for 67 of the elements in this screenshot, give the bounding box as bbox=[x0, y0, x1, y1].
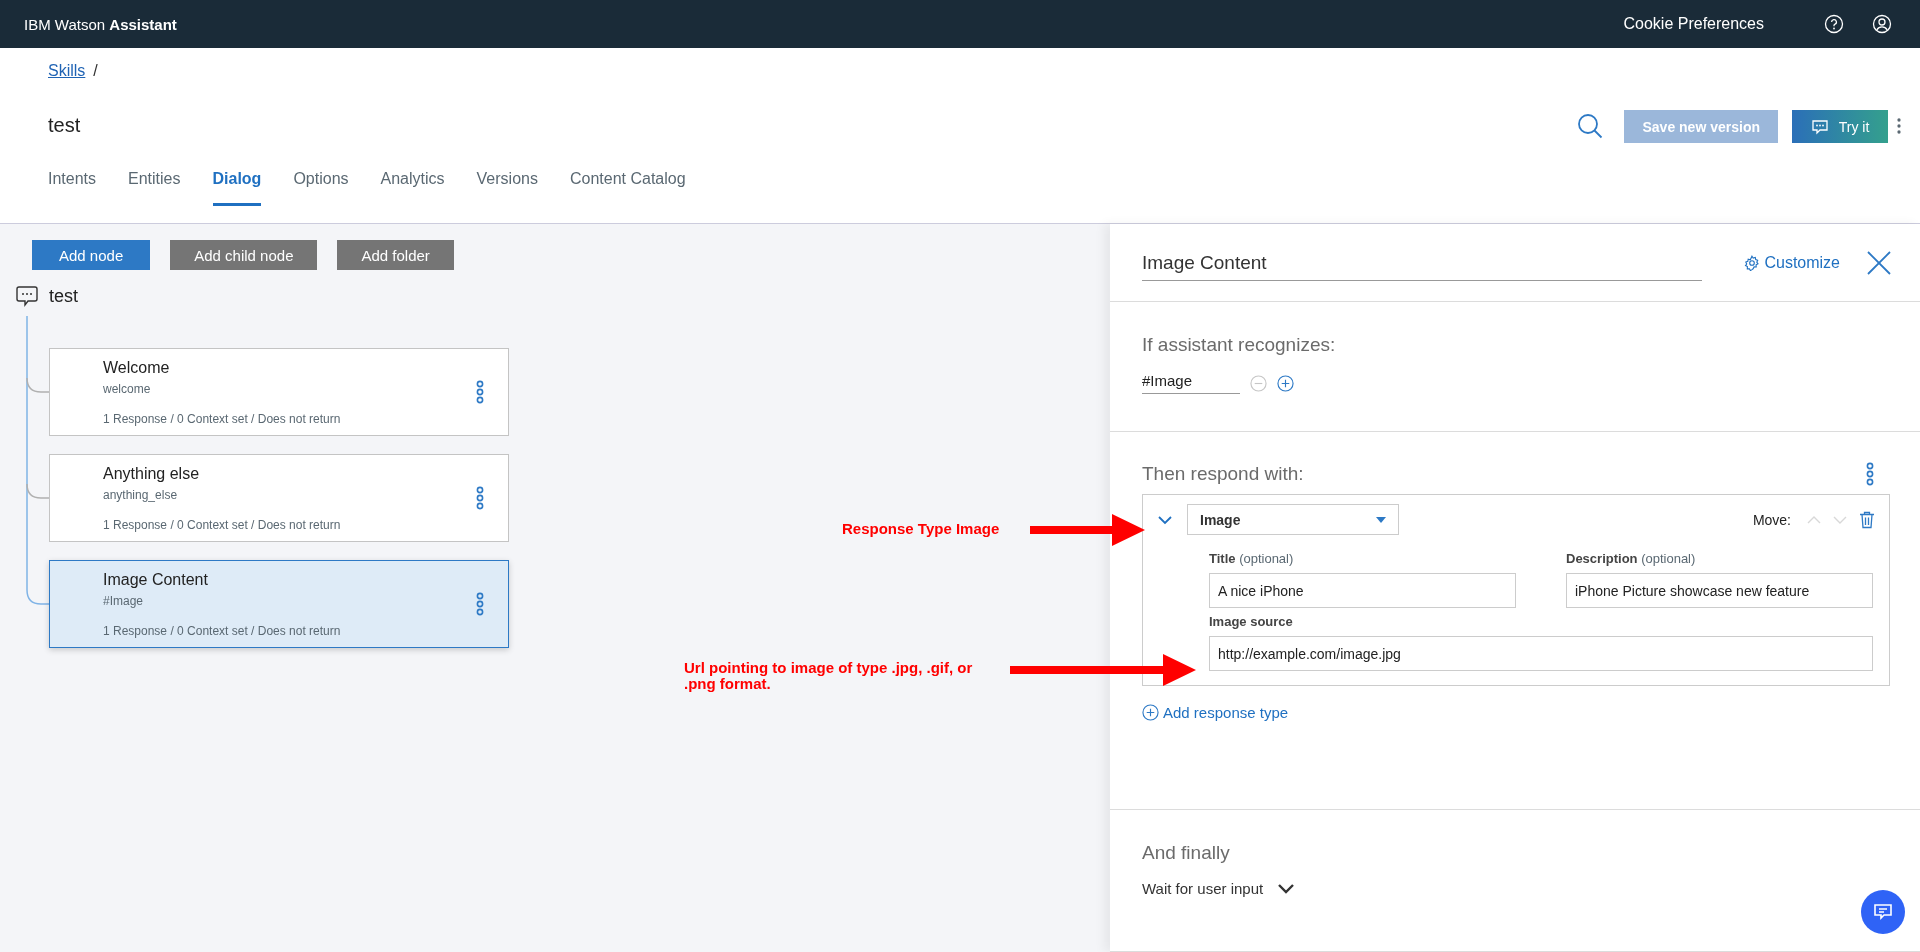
tab[interactable]: Dialog bbox=[212, 170, 262, 206]
node-summary: 1 Response / 0 Context set / Does not return bbox=[103, 411, 342, 426]
overflow-menu-icon[interactable] bbox=[476, 486, 484, 510]
tab[interactable]: Options bbox=[293, 170, 349, 206]
tab[interactable]: Entities bbox=[128, 170, 181, 206]
node-name-field[interactable]: Image Content bbox=[1142, 252, 1702, 281]
section-heading: Then respond with: bbox=[1142, 463, 1304, 485]
overflow-menu-icon[interactable] bbox=[476, 380, 484, 404]
response-type-dropdown[interactable]: Image bbox=[1187, 504, 1399, 535]
dialog-node-card[interactable]: Anything else anything_else 1 Response / 0 Context set / Does not return bbox=[49, 454, 509, 542]
text-input-field[interactable]: http://example.com/image.jpg bbox=[1209, 636, 1873, 671]
tab[interactable]: Analytics bbox=[380, 170, 445, 206]
trash-icon[interactable] bbox=[1859, 510, 1875, 529]
section-heading: And finally bbox=[1142, 842, 1231, 864]
text-input-field[interactable]: A nice iPhone bbox=[1209, 573, 1516, 608]
add-condition-icon[interactable] bbox=[1277, 374, 1294, 392]
final-action-dropdown[interactable]: Wait for user input bbox=[1142, 880, 1264, 897]
skill-title: test bbox=[48, 114, 82, 137]
chat-bubble-icon bbox=[15, 284, 39, 308]
add-response-type-link[interactable]: Add response type bbox=[1142, 704, 1888, 721]
field-label: Description (optional) bbox=[1566, 551, 1697, 566]
add-icon bbox=[1142, 704, 1159, 721]
tab[interactable]: Versions bbox=[476, 170, 538, 206]
chat-bubble-icon bbox=[1810, 117, 1829, 136]
node-title: Anything else bbox=[103, 464, 201, 483]
app-title: IBM Watson Assistant bbox=[24, 15, 177, 33]
cookie-preferences-link[interactable]: Cookie Preferences bbox=[1623, 15, 1764, 33]
help-icon[interactable] bbox=[1824, 14, 1844, 34]
try-it-button[interactable]: Try it bbox=[1792, 110, 1888, 143]
breadcrumb-link[interactable]: Skills bbox=[48, 62, 86, 80]
field-label: Image source bbox=[1209, 614, 1294, 629]
node-summary: 1 Response / 0 Context set / Does not return bbox=[103, 517, 342, 532]
text-input-field[interactable]: iPhone Picture showcase new feature bbox=[1566, 573, 1873, 608]
dialog-node-card[interactable]: Welcome welcome 1 Response / 0 Context set / Does not return bbox=[49, 348, 509, 436]
condition-field[interactable]: #Image bbox=[1142, 372, 1240, 394]
customize-link[interactable]: Customize bbox=[1744, 253, 1840, 272]
breadcrumb-separator: / bbox=[93, 62, 98, 80]
node-title: Image Content bbox=[103, 570, 209, 589]
tab[interactable]: Intents bbox=[48, 170, 97, 206]
tree-connector bbox=[26, 483, 49, 499]
section-heading: If assistant recognizes: bbox=[1142, 334, 1337, 356]
tree-connector bbox=[26, 589, 49, 605]
move-label: Move: bbox=[1752, 511, 1791, 528]
user-icon[interactable] bbox=[1872, 14, 1892, 34]
node-condition: welcome bbox=[103, 381, 152, 396]
tree-action-button[interactable]: Add child node bbox=[170, 240, 318, 270]
node-condition: anything_else bbox=[103, 487, 179, 502]
overflow-menu-icon[interactable] bbox=[1866, 462, 1874, 486]
dialog-root-label: test bbox=[49, 285, 78, 307]
annotation-text: Url pointing to image of type .jpg, .gif, or .png format. bbox=[684, 660, 974, 692]
chat-icon bbox=[1872, 901, 1894, 923]
gear-icon bbox=[1744, 254, 1761, 271]
node-condition: #Image bbox=[103, 593, 145, 608]
tree-action-button[interactable]: Add folder bbox=[337, 240, 454, 270]
dialog-node-card[interactable]: Image Content #Image 1 Response / 0 Context set / Does not return bbox=[49, 560, 509, 648]
close-icon[interactable] bbox=[1866, 249, 1892, 276]
search-icon[interactable] bbox=[1576, 112, 1605, 140]
caret-icon bbox=[1376, 516, 1386, 523]
overflow-menu-icon[interactable] bbox=[476, 592, 484, 616]
field-label: Title (optional) bbox=[1209, 551, 1295, 566]
tab[interactable]: Content Catalog bbox=[569, 170, 686, 206]
tree-connector bbox=[26, 377, 49, 393]
chevron-down-icon[interactable] bbox=[1277, 882, 1296, 895]
node-summary: 1 Response / 0 Context set / Does not return bbox=[103, 623, 342, 638]
annotation-text: Response Type Image bbox=[842, 521, 1000, 537]
node-title: Welcome bbox=[103, 358, 171, 377]
add-node-button[interactable]: Add node bbox=[32, 240, 151, 270]
